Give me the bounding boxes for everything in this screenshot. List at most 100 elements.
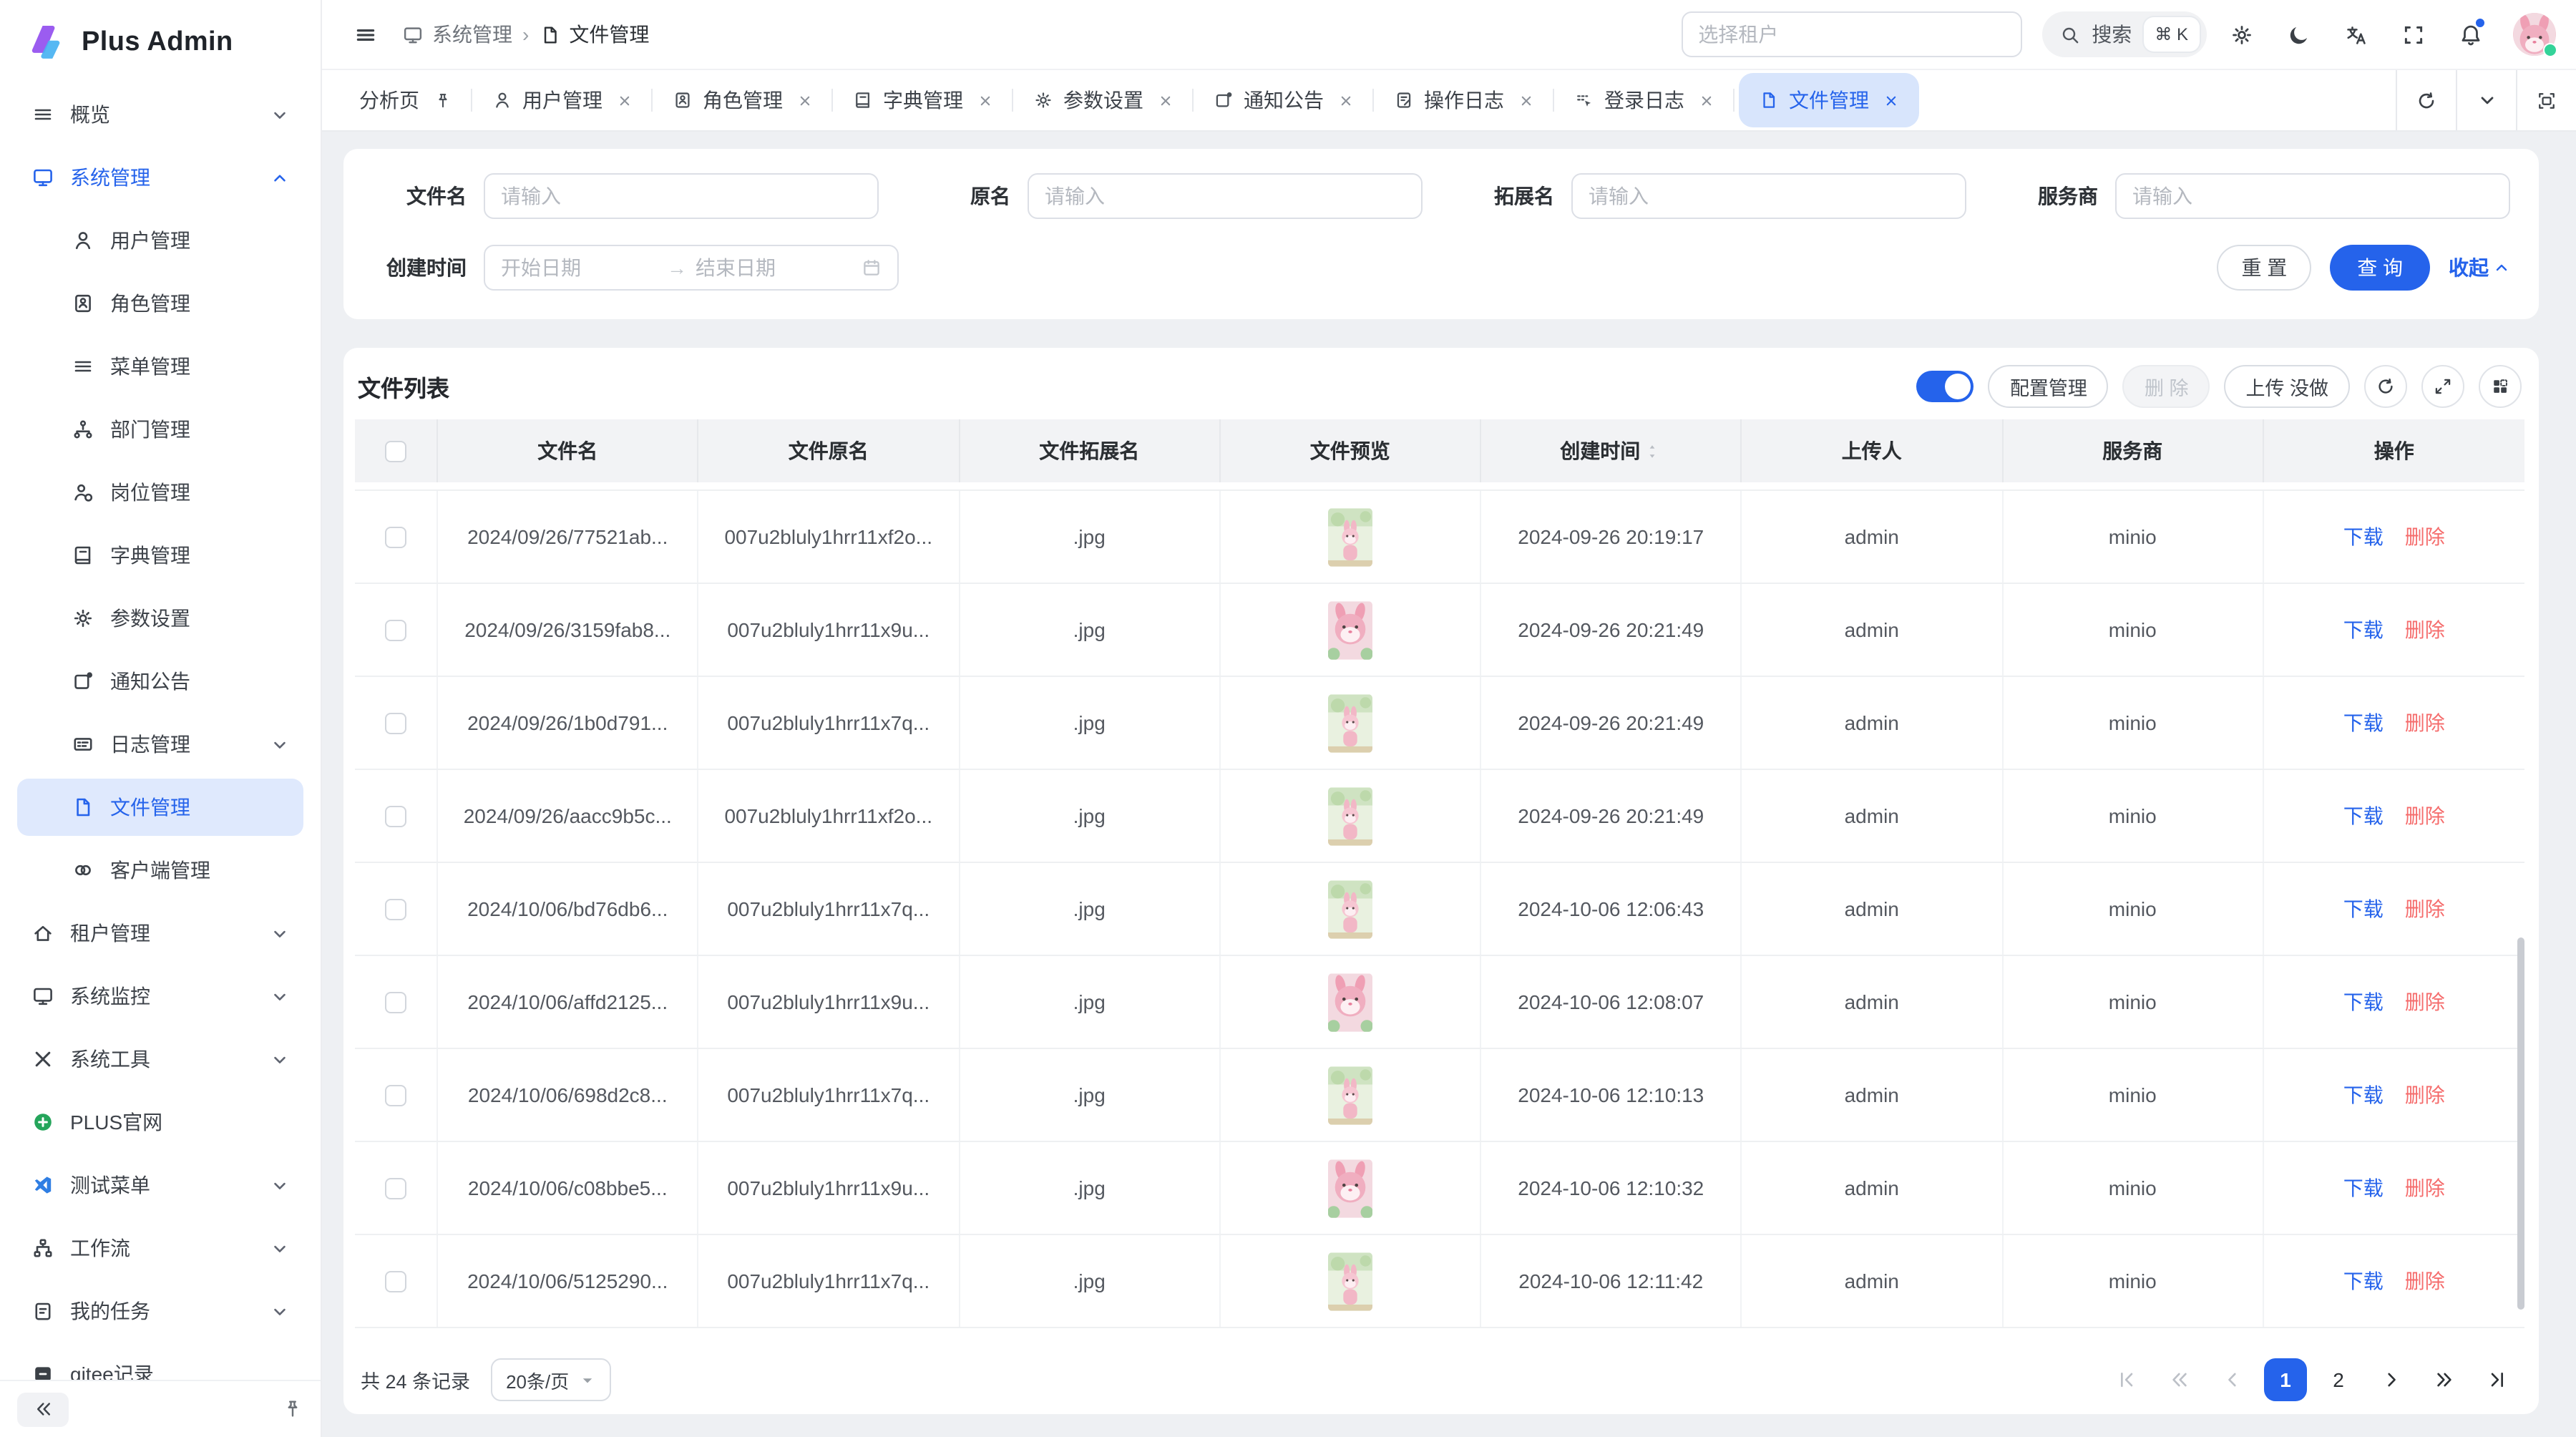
tab-menu-button[interactable] [2456, 70, 2516, 130]
close-icon[interactable] [1518, 92, 1534, 108]
close-icon[interactable] [617, 92, 633, 108]
tab-file-management[interactable]: 文件管理 [1739, 73, 1919, 127]
sidebar-collapse-button[interactable] [17, 1392, 69, 1426]
delete-link[interactable]: 删除 [2405, 1174, 2445, 1202]
breadcrumb-file-management[interactable]: 文件管理 [539, 20, 649, 49]
row-checkbox[interactable] [385, 991, 406, 1013]
delete-link[interactable]: 删除 [2405, 1267, 2445, 1295]
extension-input[interactable] [1571, 173, 1966, 219]
last-page-button[interactable] [2476, 1358, 2519, 1401]
language-button[interactable] [2333, 11, 2379, 57]
sidebar-item-tenant-management[interactable]: 租户管理 [17, 905, 303, 962]
file-preview-image[interactable] [1328, 1159, 1372, 1217]
origin-name-input[interactable] [1028, 173, 1423, 219]
sidebar-item-overview[interactable]: 概览 [17, 86, 303, 143]
file-preview-image[interactable] [1328, 1066, 1372, 1124]
reset-button[interactable]: 重 置 [2217, 245, 2311, 291]
tab-role-management[interactable]: 角色管理 [653, 69, 833, 132]
column-actions[interactable]: 操作 [2264, 419, 2525, 482]
download-link[interactable]: 下载 [2343, 802, 2384, 830]
sidebar-item-plus-website[interactable]: PLUS官网 [17, 1093, 303, 1151]
sidebar-item-menu-management[interactable]: 菜单管理 [17, 338, 303, 395]
sidebar-item-system-monitor[interactable]: 系统监控 [17, 968, 303, 1025]
delete-link[interactable]: 删除 [2405, 522, 2445, 551]
close-icon[interactable] [1699, 92, 1714, 108]
download-link[interactable]: 下载 [2343, 1081, 2384, 1109]
sidebar-item-test-menu[interactable]: 测试菜单 [17, 1156, 303, 1214]
column-origin-name[interactable]: 文件原名 [699, 419, 960, 482]
file-name-input[interactable] [484, 173, 879, 219]
download-link[interactable]: 下载 [2343, 988, 2384, 1016]
breadcrumb-system-management[interactable]: 系统管理 [402, 20, 512, 49]
row-checkbox[interactable] [385, 1270, 406, 1292]
sidebar-item-my-tasks[interactable]: 我的任务 [17, 1282, 303, 1340]
sidebar-item-announcements[interactable]: 通知公告 [17, 653, 303, 710]
column-created-time[interactable]: 创建时间 [1481, 419, 1742, 482]
refresh-tab-button[interactable] [2396, 70, 2456, 130]
sidebar-toggle-button[interactable] [342, 11, 388, 57]
download-link[interactable]: 下载 [2343, 1267, 2384, 1295]
sidebar-item-role-management[interactable]: 角色管理 [17, 275, 303, 332]
page-2-button[interactable]: 2 [2317, 1358, 2360, 1401]
delete-link[interactable]: 删除 [2405, 615, 2445, 644]
sidebar-item-client-management[interactable]: 客户端管理 [17, 842, 303, 899]
prev-page-button[interactable] [2211, 1358, 2254, 1401]
row-checkbox[interactable] [385, 805, 406, 827]
close-icon[interactable] [1883, 92, 1899, 108]
table-scrollbar[interactable] [2517, 937, 2524, 1310]
delete-link[interactable]: 删除 [2405, 708, 2445, 737]
download-link[interactable]: 下载 [2343, 522, 2384, 551]
next-pages-button[interactable] [2423, 1358, 2466, 1401]
download-link[interactable]: 下载 [2343, 708, 2384, 737]
close-icon[interactable] [797, 92, 813, 108]
row-checkbox[interactable] [385, 712, 406, 734]
prev-pages-button[interactable] [2158, 1358, 2201, 1401]
upload-button[interactable]: 上传 没做 [2224, 365, 2350, 408]
sidebar-item-parameter-settings[interactable]: 参数设置 [17, 590, 303, 647]
row-checkbox[interactable] [385, 1084, 406, 1106]
settings-button[interactable] [2218, 11, 2264, 57]
notifications-button[interactable] [2447, 11, 2493, 57]
close-icon[interactable] [1158, 92, 1174, 108]
sidebar-item-post-management[interactable]: 岗位管理 [17, 464, 303, 521]
file-preview-image[interactable] [1328, 600, 1372, 659]
sidebar-item-file-management[interactable]: 文件管理 [17, 779, 303, 836]
sort-icon[interactable] [1643, 442, 1662, 460]
delete-link[interactable]: 删除 [2405, 802, 2445, 830]
tab-dictionary-management[interactable]: 字典管理 [833, 69, 1013, 132]
dark-mode-button[interactable] [2275, 11, 2321, 57]
tenant-select[interactable] [1681, 11, 2021, 57]
delete-button[interactable]: 删 除 [2123, 365, 2210, 408]
file-preview-image[interactable] [1328, 973, 1372, 1031]
fullscreen-button[interactable] [2390, 11, 2436, 57]
column-file-name[interactable]: 文件名 [438, 419, 699, 482]
page-1-button[interactable]: 1 [2264, 1358, 2307, 1401]
date-range-picker[interactable]: 开始日期 → 结束日期 [484, 245, 899, 291]
delete-link[interactable]: 删除 [2405, 988, 2445, 1016]
pin-icon[interactable] [282, 1398, 303, 1420]
first-page-button[interactable] [2105, 1358, 2148, 1401]
delete-link[interactable]: 删除 [2405, 895, 2445, 923]
tab-operation-log[interactable]: 操作日志 [1374, 69, 1554, 132]
download-link[interactable]: 下载 [2343, 895, 2384, 923]
column-provider[interactable]: 服务商 [2003, 419, 2264, 482]
row-checkbox[interactable] [385, 619, 406, 640]
delete-link[interactable]: 删除 [2405, 1081, 2445, 1109]
tab-parameter-settings[interactable]: 参数设置 [1013, 69, 1194, 132]
user-avatar[interactable] [2513, 13, 2556, 56]
sidebar-item-department-management[interactable]: 部门管理 [17, 401, 303, 458]
tab-analysis[interactable]: 分析页 [339, 69, 472, 132]
file-preview-image[interactable] [1328, 786, 1372, 845]
download-link[interactable]: 下载 [2343, 1174, 2384, 1202]
tab-announcements[interactable]: 通知公告 [1194, 69, 1374, 132]
column-preview[interactable]: 文件预览 [1221, 419, 1482, 482]
page-size-select[interactable]: 20条/页 [490, 1358, 610, 1401]
row-checkbox[interactable] [385, 526, 406, 547]
content-fullscreen-button[interactable] [2516, 70, 2576, 130]
column-settings-button[interactable] [2479, 365, 2522, 408]
row-checkbox[interactable] [385, 898, 406, 920]
sidebar-item-gitee-records[interactable]: gitee记录 [17, 1345, 303, 1380]
close-icon[interactable] [1338, 92, 1354, 108]
close-icon[interactable] [977, 92, 993, 108]
file-preview-image[interactable] [1328, 880, 1372, 938]
